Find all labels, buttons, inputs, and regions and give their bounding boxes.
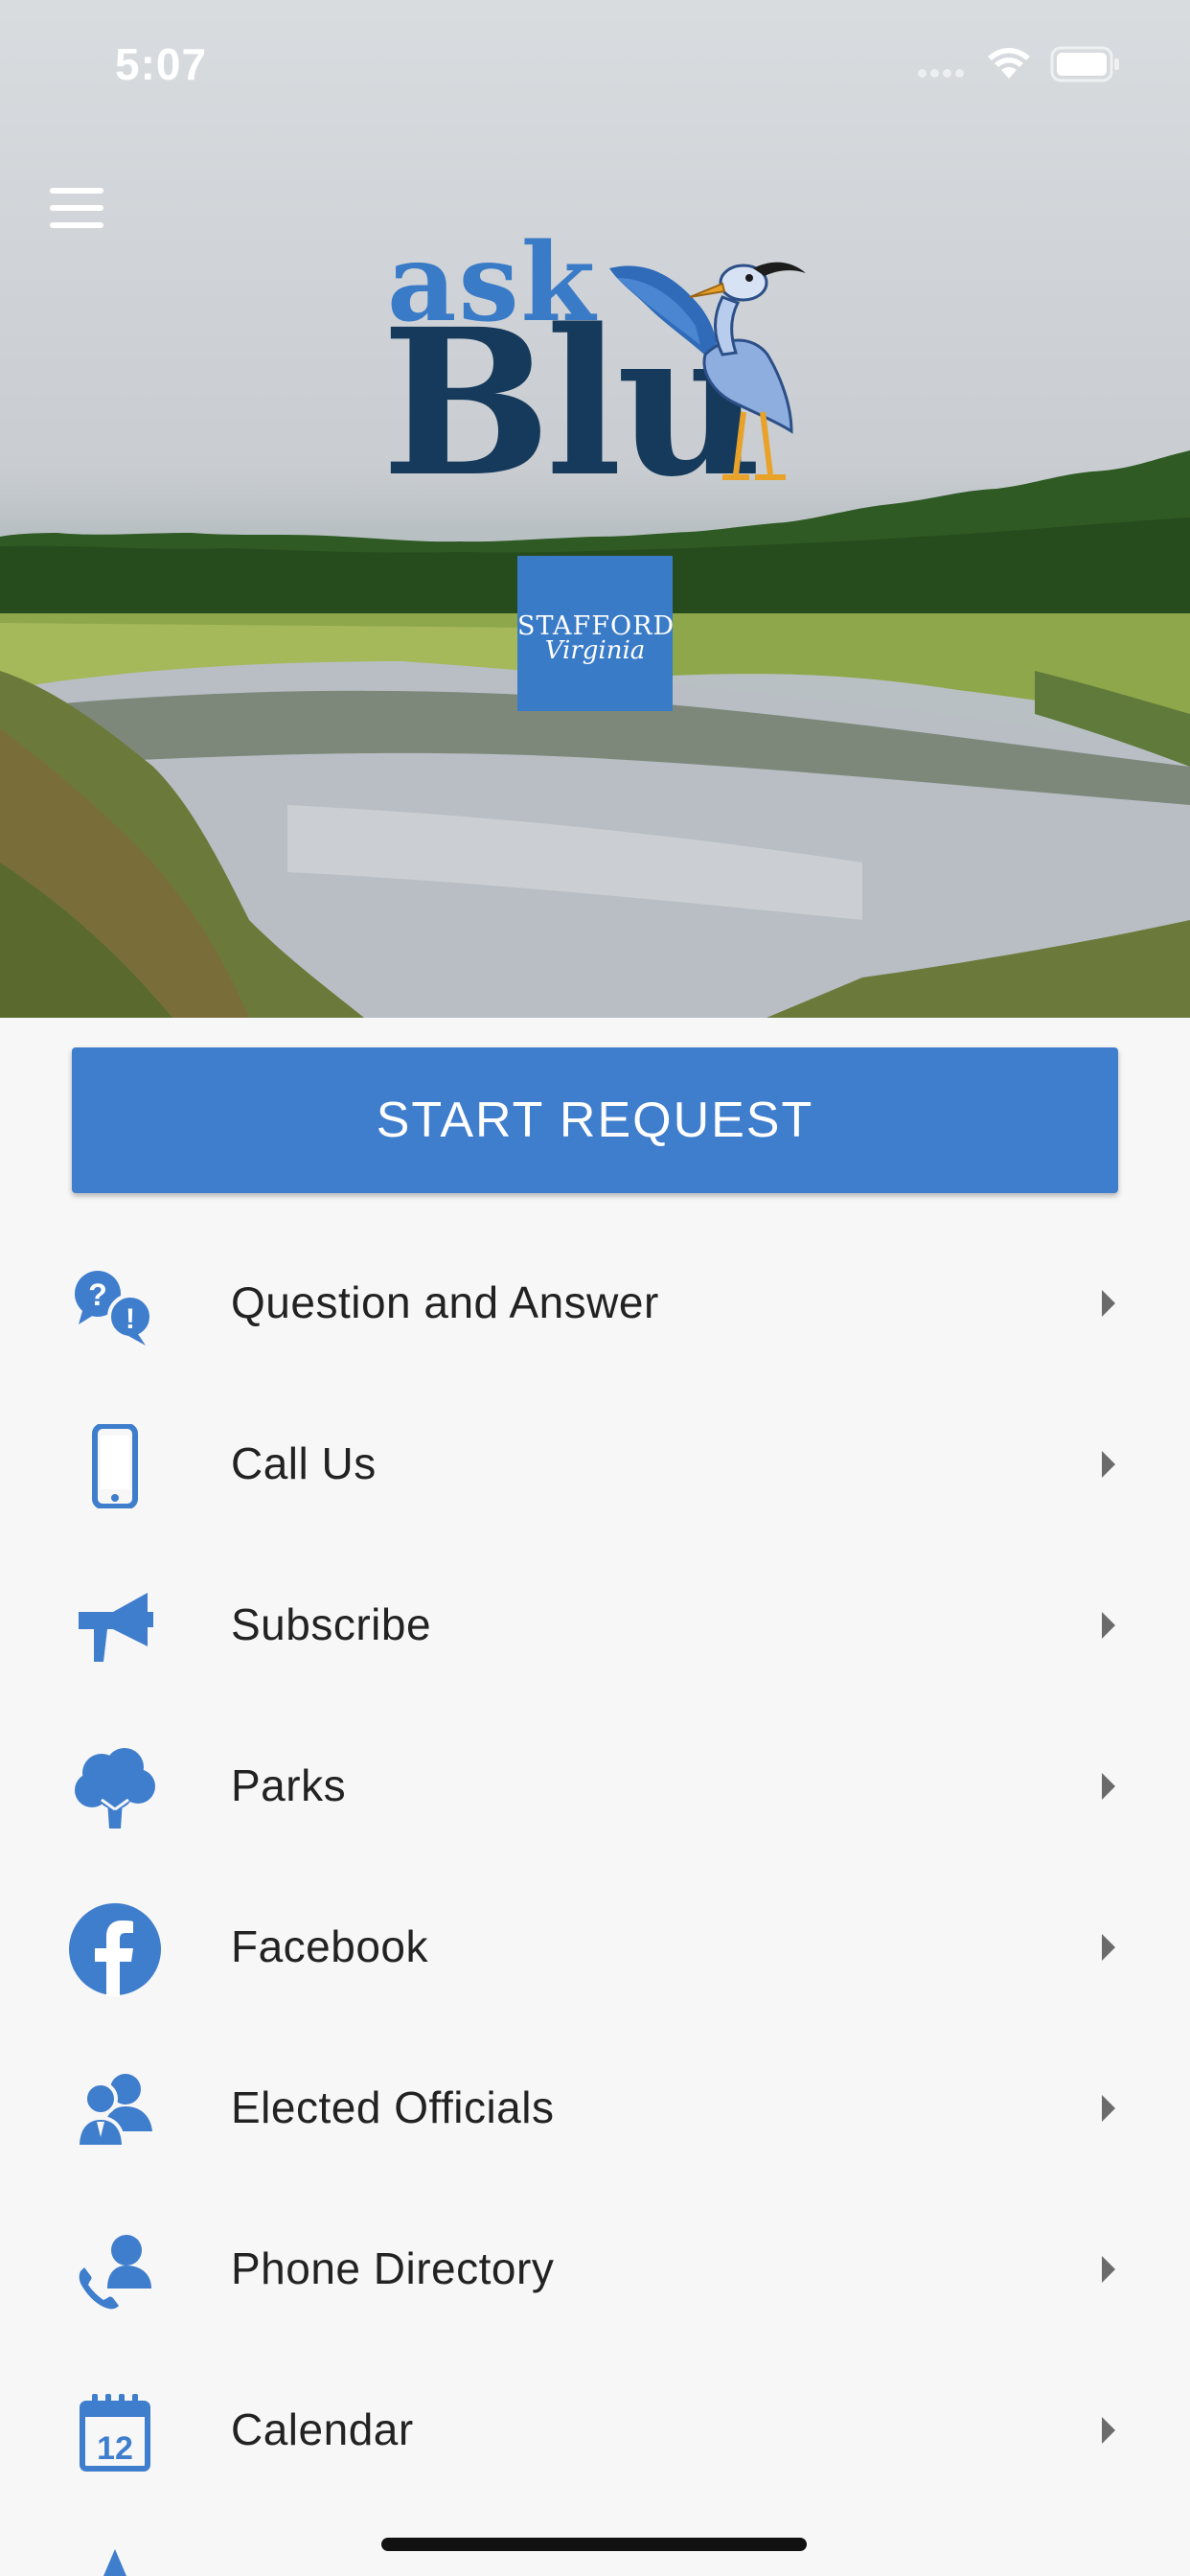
officials-icon	[65, 2064, 165, 2156]
menu-item-phone-directory[interactable]: Phone Directory	[0, 2189, 1190, 2350]
partial-list-icon	[103, 2549, 126, 2576]
menu-item-label: Phone Directory	[231, 2243, 555, 2293]
badge-line-virginia: Virginia	[544, 636, 646, 665]
chevron-right-icon	[1102, 2417, 1115, 2444]
chevron-right-icon	[1102, 1934, 1115, 1961]
facebook-icon	[65, 1903, 165, 1996]
svg-text:?: ?	[88, 1277, 107, 1312]
menu-item-label: Question and Answer	[231, 1277, 659, 1327]
menu-item-label: Call Us	[231, 1438, 377, 1488]
phone-directory-icon	[65, 2225, 165, 2317]
menu-item-label: Subscribe	[231, 1599, 432, 1649]
menu-item-call-us[interactable]: Call Us	[0, 1384, 1190, 1545]
battery-icon	[1050, 46, 1119, 82]
status-bar: 5:07	[0, 0, 1190, 126]
menu-item-label: Calendar	[231, 2404, 414, 2454]
home-indicator[interactable]	[381, 2538, 807, 2551]
chevron-right-icon	[1102, 2256, 1115, 2283]
mobile-phone-icon	[65, 1420, 165, 1512]
chevron-right-icon	[1102, 1451, 1115, 1478]
calendar-icon: 12	[65, 2386, 165, 2478]
hamburger-menu-icon[interactable]	[50, 188, 109, 230]
status-time: 5:07	[115, 39, 208, 89]
askblu-logo: ask Blu	[381, 230, 812, 504]
chevron-right-icon	[1102, 1773, 1115, 1800]
menu-item-parks[interactable]: Parks	[0, 1706, 1190, 1867]
cellular-dots-icon	[918, 69, 968, 79]
heron-mascot-icon	[609, 262, 806, 480]
svg-text:!: !	[126, 1303, 135, 1335]
start-request-button[interactable]: START REQUEST	[72, 1047, 1118, 1193]
menu-item-subscribe[interactable]: Subscribe	[0, 1545, 1190, 1706]
menu-item-label: Parks	[231, 1760, 347, 1810]
menu-item-question-and-answer[interactable]: ? ! Question and Answer	[0, 1223, 1190, 1384]
chevron-right-icon	[1102, 1290, 1115, 1317]
menu-item-elected-officials[interactable]: Elected Officials	[0, 2028, 1190, 2189]
calendar-day-number: 12	[97, 2430, 133, 2467]
chevron-right-icon	[1102, 2095, 1115, 2122]
question-answer-icon: ? !	[65, 1259, 165, 1351]
chevron-right-icon	[1102, 1612, 1115, 1639]
menu-item-label: Facebook	[231, 1921, 429, 1971]
tree-icon	[65, 1742, 165, 1834]
menu-list: ? ! Question and Answer Call Us Subscrib…	[0, 1223, 1190, 2511]
hero-banner: 5:07 ask Blu STAFFORD Virginia	[0, 0, 1190, 1018]
megaphone-icon	[65, 1581, 165, 1673]
stafford-virginia-badge: STAFFORD Virginia	[517, 556, 674, 711]
menu-item-label: Elected Officials	[231, 2082, 555, 2132]
wifi-icon	[988, 48, 1030, 79]
menu-item-calendar[interactable]: 12 Calendar	[0, 2350, 1190, 2511]
menu-item-facebook[interactable]: Facebook	[0, 1867, 1190, 2028]
